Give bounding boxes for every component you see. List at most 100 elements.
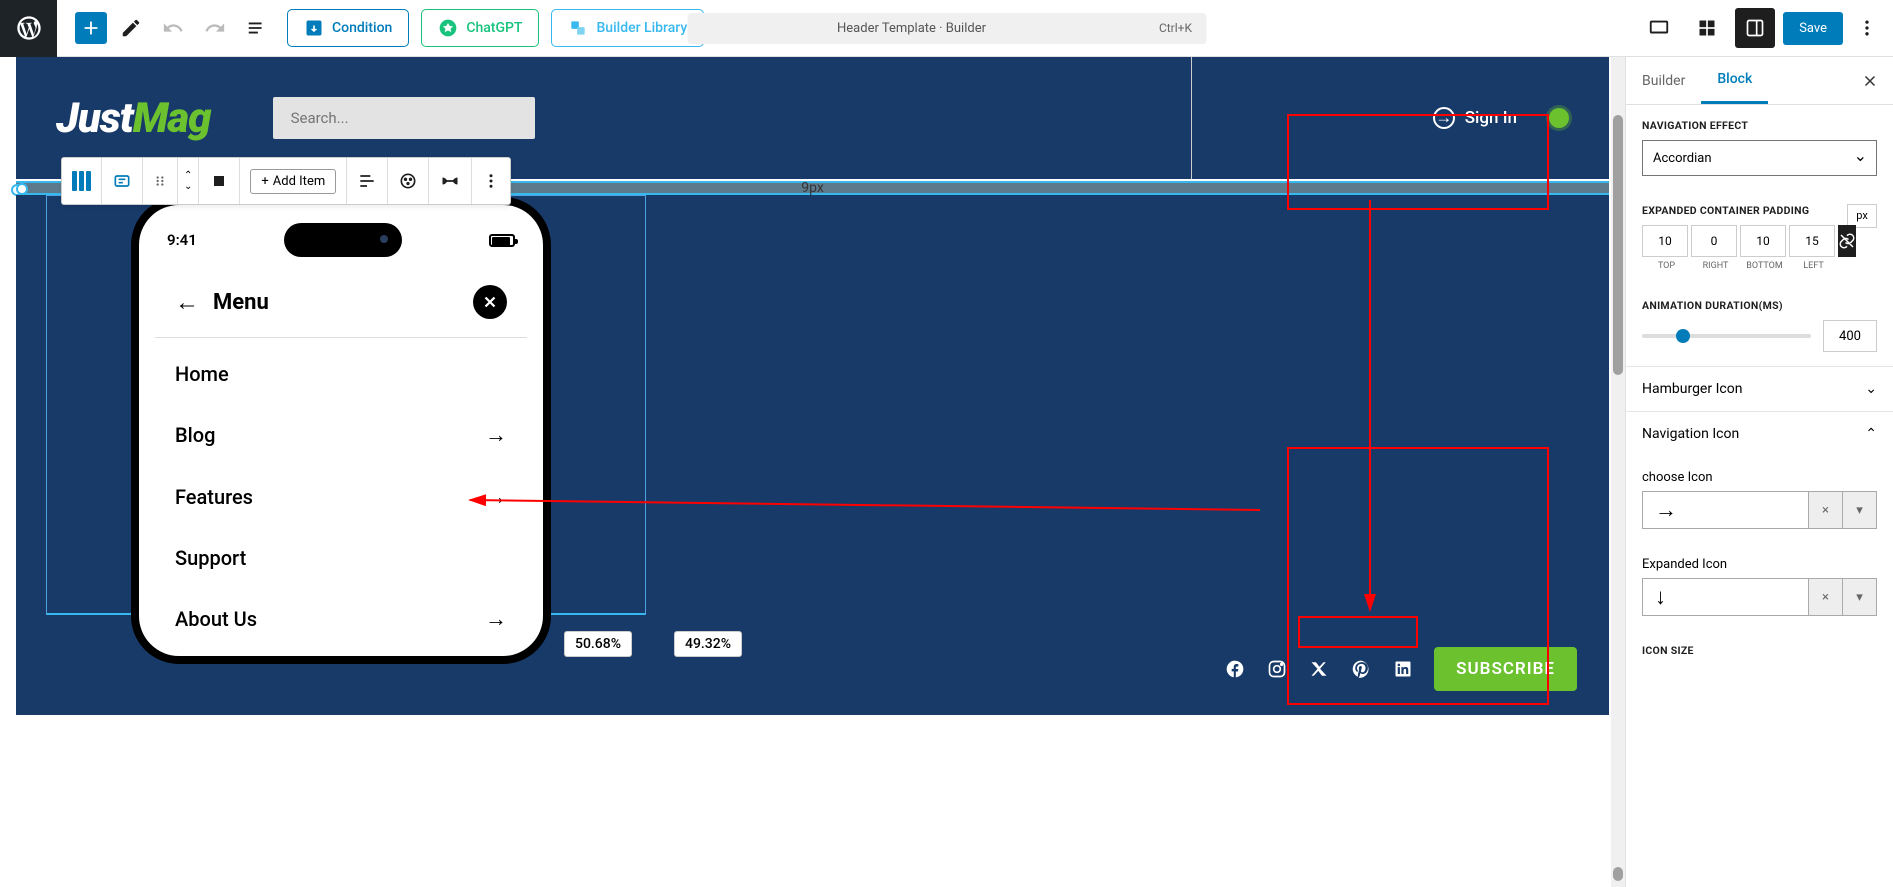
chevron-up-icon: ⌃ [1865,426,1877,442]
redo-icon[interactable] [197,10,233,46]
padding-section: px EXPANDED CONTAINER PADDING TOPRIGHTBO… [1626,190,1893,285]
library-label: Builder Library [596,20,687,36]
wordpress-logo-icon[interactable] [0,0,57,57]
tab-block[interactable]: Block [1701,57,1768,104]
linkedin-icon[interactable] [1392,658,1414,680]
site-logo: JustMag [56,94,211,143]
menu-title: Menu [213,290,269,315]
add-block-button[interactable] [75,12,107,44]
padding-bottom-input[interactable] [1740,225,1786,257]
close-icon[interactable] [473,285,507,319]
signin-link[interactable]: → Sign In [1433,107,1517,129]
animation-section: ANIMATION DURATION(MS) [1626,285,1893,366]
align-icon[interactable] [199,158,240,204]
icon-size-section: ICON SIZE [1626,630,1893,669]
columns-block-icon[interactable] [62,158,102,204]
document-outline-icon[interactable] [239,10,275,46]
choose-icon-label: choose Icon [1642,470,1877,485]
spacer-value: 9px [801,180,824,196]
block-toolbar: ⌃⌄ +Add Item [61,157,511,205]
document-title-bar[interactable]: Header Template · Builder Ctrl+K [687,13,1206,44]
choose-icon-preview: → [1642,491,1809,529]
responsive-icon[interactable] [1687,8,1727,48]
column-size-left: 50.68% [564,631,632,657]
nav-effect-label: NAVIGATION EFFECT [1642,119,1877,132]
save-button[interactable]: Save [1783,12,1843,45]
expanded-icon-section: Expanded Icon ↓ × ▾ [1626,543,1893,630]
theme-toggle-icon[interactable] [1549,108,1569,128]
block-more-icon[interactable] [472,158,510,204]
arrow-right-icon: → [485,422,507,448]
subscribe-button[interactable]: SUBSCRIBE [1434,647,1577,691]
nav-icon-section-toggle[interactable]: Navigation Icon ⌃ [1626,411,1893,456]
menu-item-blog[interactable]: Blog→ [155,404,527,466]
edit-icon[interactable] [113,10,149,46]
add-item-button[interactable]: +Add Item [240,158,347,204]
menu-item-support[interactable]: Support [155,528,527,588]
desktop-view-icon[interactable] [1639,8,1679,48]
menu-item-about[interactable]: About Us→ [155,588,527,650]
menu-item-home[interactable]: Home [155,344,527,404]
x-twitter-icon[interactable] [1308,658,1330,680]
padding-top-input[interactable] [1642,225,1688,257]
navigation-effect-section: NAVIGATION EFFECT Accordian [1626,105,1893,190]
signin-label: Sign In [1465,108,1517,128]
icon-size-label: ICON SIZE [1642,644,1877,657]
drag-handle-icon[interactable] [143,158,178,204]
link-padding-icon[interactable] [1838,225,1856,257]
expanded-icon-label: Expanded Icon [1642,557,1877,572]
battery-icon [489,234,515,247]
close-sidebar-icon[interactable] [1847,57,1893,104]
footer-social-bar: SUBSCRIBE [1224,647,1577,691]
column-size-right: 49.32% [674,631,742,657]
condition-button[interactable]: Condition [287,9,409,47]
move-arrows-icon[interactable]: ⌃⌄ [178,158,199,204]
clear-icon-button[interactable]: × [1809,491,1843,529]
padding-right-input[interactable] [1691,225,1737,257]
container-icon[interactable] [102,158,143,204]
shortcut-hint: Ctrl+K [1159,21,1192,35]
facebook-icon[interactable] [1224,658,1246,680]
duration-slider[interactable] [1642,334,1811,338]
arrow-right-icon: → [485,484,507,510]
scrollbar-track [1611,57,1625,887]
library-button[interactable]: Builder Library [551,9,704,47]
choose-icon-section: choose Icon → × ▾ [1626,456,1893,543]
content-band: + 50.68% 49.32% team at our 9:41 ← M [16,195,1609,715]
duration-input[interactable] [1823,320,1877,352]
mobile-preview: 9:41 ← Menu Home [131,197,551,664]
clear-icon-button[interactable]: × [1809,578,1843,616]
scrollbar-thumb[interactable] [1613,115,1623,375]
phone-time: 9:41 [167,231,197,249]
anim-label: ANIMATION DURATION(MS) [1642,299,1877,312]
chatgpt-label: ChatGPT [466,20,522,36]
width-icon[interactable] [429,158,472,204]
document-title: Header Template · Builder [837,21,986,36]
settings-sidebar: Builder Block NAVIGATION EFFECT Accordia… [1625,57,1893,887]
menu-item-features[interactable]: Features→ [155,466,527,528]
pinterest-icon[interactable] [1350,658,1372,680]
search-input[interactable] [273,97,535,139]
tab-builder[interactable]: Builder [1626,57,1701,104]
instagram-icon[interactable] [1266,658,1288,680]
color-icon[interactable] [388,158,429,204]
undo-icon[interactable] [155,10,191,46]
padding-left-input[interactable] [1789,225,1835,257]
chatgpt-button[interactable]: ChatGPT [421,9,539,47]
arrow-right-icon: → [485,606,507,632]
nav-effect-select[interactable]: Accordian [1642,140,1877,176]
editor-canvas[interactable]: JustMag → Sign In ⌃⌄ +Add Item [0,57,1625,887]
phone-notch [284,223,402,257]
settings-panel-toggle-icon[interactable] [1735,8,1775,48]
icon-dropdown-button[interactable]: ▾ [1843,491,1877,529]
expanded-icon-preview: ↓ [1642,578,1809,616]
hamburger-section-toggle[interactable]: Hamburger Icon ⌄ [1626,366,1893,411]
arrow-circle-icon: → [1433,107,1455,129]
chevron-down-icon: ⌄ [1865,381,1877,397]
icon-dropdown-button[interactable]: ▾ [1843,578,1877,616]
back-arrow-icon[interactable]: ← [175,288,199,317]
justify-icon[interactable] [347,158,388,204]
more-options-icon[interactable] [1851,12,1883,44]
condition-label: Condition [332,20,392,36]
scrollbar-thumb[interactable] [1613,867,1623,881]
